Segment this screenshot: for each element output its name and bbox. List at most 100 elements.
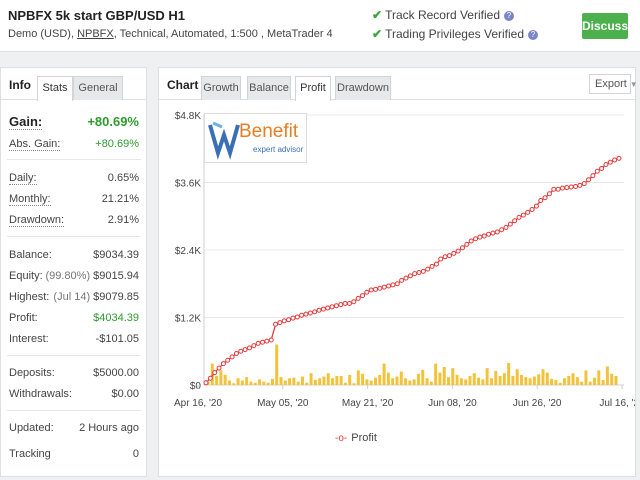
- daily-bar: [305, 382, 309, 385]
- gain-label[interactable]: Gain:: [9, 114, 43, 130]
- equity-percent: (99.80%): [45, 270, 91, 282]
- profit-point: [216, 365, 222, 371]
- info-icon[interactable]: ?: [504, 11, 514, 21]
- balance-label: Balance:: [9, 249, 52, 261]
- profit-point: [433, 261, 439, 267]
- profit-point: [303, 311, 309, 317]
- profit-point: [364, 289, 370, 295]
- daily-bar: [528, 378, 532, 385]
- profit-point: [490, 230, 496, 236]
- broker-link[interactable]: NPBFX: [77, 28, 114, 40]
- tab-profit[interactable]: Profit: [295, 76, 331, 101]
- profit-point: [599, 165, 605, 171]
- daily-bar: [575, 377, 579, 385]
- daily-bar: [481, 379, 485, 385]
- daily-bar: [494, 370, 498, 385]
- highest-date: (Jul 14): [53, 291, 91, 303]
- daily-bar: [571, 373, 575, 385]
- profit-point: [381, 284, 387, 290]
- daily-bar: [365, 379, 369, 385]
- profit-point: [507, 221, 513, 227]
- info-icon[interactable]: ?: [528, 30, 539, 40]
- profit-point: [351, 299, 357, 305]
- daily-bar: [593, 377, 597, 385]
- x-tick-label: May 21, '20: [342, 398, 394, 409]
- daily-bar: [373, 377, 377, 385]
- profit-point: [260, 339, 266, 345]
- profit-point: [607, 159, 613, 165]
- profit-point: [581, 181, 587, 187]
- daily-value: 0.65%: [107, 172, 139, 184]
- daily-bar: [520, 374, 524, 385]
- daily-bar: [352, 383, 356, 385]
- info-panel: Info Stats General Gain: +80.69% Abs. Gai…: [0, 67, 147, 477]
- profit-point: [360, 293, 366, 299]
- profit-point: [320, 306, 326, 312]
- daily-bar: [614, 376, 618, 385]
- daily-bar: [421, 369, 425, 385]
- profit-point: [477, 234, 483, 240]
- profit-point: [559, 185, 565, 191]
- monthly-label[interactable]: Monthly:: [9, 193, 51, 206]
- daily-bar: [283, 380, 287, 385]
- daily-bar: [554, 379, 558, 385]
- tab-drawdown[interactable]: Drawdown: [335, 76, 391, 100]
- account-type: Demo (USD),: [8, 28, 78, 40]
- chart-legend[interactable]: -o- Profit: [335, 432, 377, 444]
- profit-point: [481, 233, 487, 239]
- profit-value: $4034.39: [93, 312, 139, 324]
- account-header: NPBFX 5k start GBP/USD H1 Demo (USD), NP…: [0, 0, 640, 52]
- equity-amount: $9015.94: [93, 270, 139, 282]
- export-dropdown[interactable]: Export ▼: [589, 74, 638, 94]
- profit-point: [446, 253, 452, 259]
- profit-point: [251, 343, 257, 349]
- daily-bar: [361, 373, 365, 385]
- profit-point: [525, 209, 531, 215]
- daily-bar: [292, 377, 296, 385]
- x-tick-label: Jun 08, '20: [428, 398, 477, 409]
- daily-bar: [537, 374, 541, 385]
- divider: [7, 410, 141, 411]
- daily-bar: [236, 378, 240, 385]
- account-subtitle: Demo (USD), NPBFX, Technical, Automated,…: [8, 28, 333, 40]
- divider: [7, 355, 141, 356]
- profit-label: Profit:: [9, 312, 38, 324]
- equity-value: (99.80%) $9015.94: [45, 270, 139, 282]
- daily-bar: [550, 378, 554, 385]
- abs-gain-label[interactable]: Abs. Gain:: [9, 138, 61, 151]
- daily-bar: [331, 378, 335, 385]
- discuss-button[interactable]: Discuss: [582, 13, 628, 39]
- profit-point: [346, 300, 352, 306]
- track-record-verified: ✔ Track Record Verified?: [372, 8, 514, 22]
- daily-bar: [318, 378, 322, 385]
- drawdown-label[interactable]: Drawdown:: [9, 214, 65, 227]
- profit-point: [590, 173, 596, 179]
- tracking-value: 0: [132, 448, 139, 460]
- deposits-value: $5000.00: [93, 367, 139, 379]
- daily-bar: [335, 376, 339, 385]
- divider: [7, 236, 141, 237]
- profit-point: [459, 245, 465, 251]
- tab-stats[interactable]: Stats: [37, 76, 73, 101]
- tab-growth[interactable]: Growth: [201, 76, 241, 100]
- profit-point: [316, 307, 322, 313]
- chart-title: Chart: [167, 78, 199, 92]
- tab-balance[interactable]: Balance: [247, 76, 291, 100]
- daily-label[interactable]: Daily:: [9, 172, 37, 185]
- profit-point: [281, 318, 287, 324]
- daily-bar: [601, 379, 605, 385]
- profit-point: [264, 338, 270, 344]
- profit-point: [286, 317, 292, 323]
- account-details: , Technical, Automated, 1:500 , MetaTrad…: [113, 28, 333, 40]
- tab-general[interactable]: General: [73, 76, 123, 100]
- profit-point: [516, 214, 522, 220]
- y-tick-label: $4.8K: [175, 111, 201, 122]
- daily-bar: [245, 377, 249, 385]
- tracking-label: Tracking: [9, 448, 51, 460]
- daily-bar: [507, 363, 511, 385]
- profit-point: [512, 218, 518, 224]
- legend-label: Profit: [351, 432, 377, 444]
- profit-point: [468, 238, 474, 244]
- profit-point: [368, 287, 374, 293]
- daily-bar: [425, 378, 429, 385]
